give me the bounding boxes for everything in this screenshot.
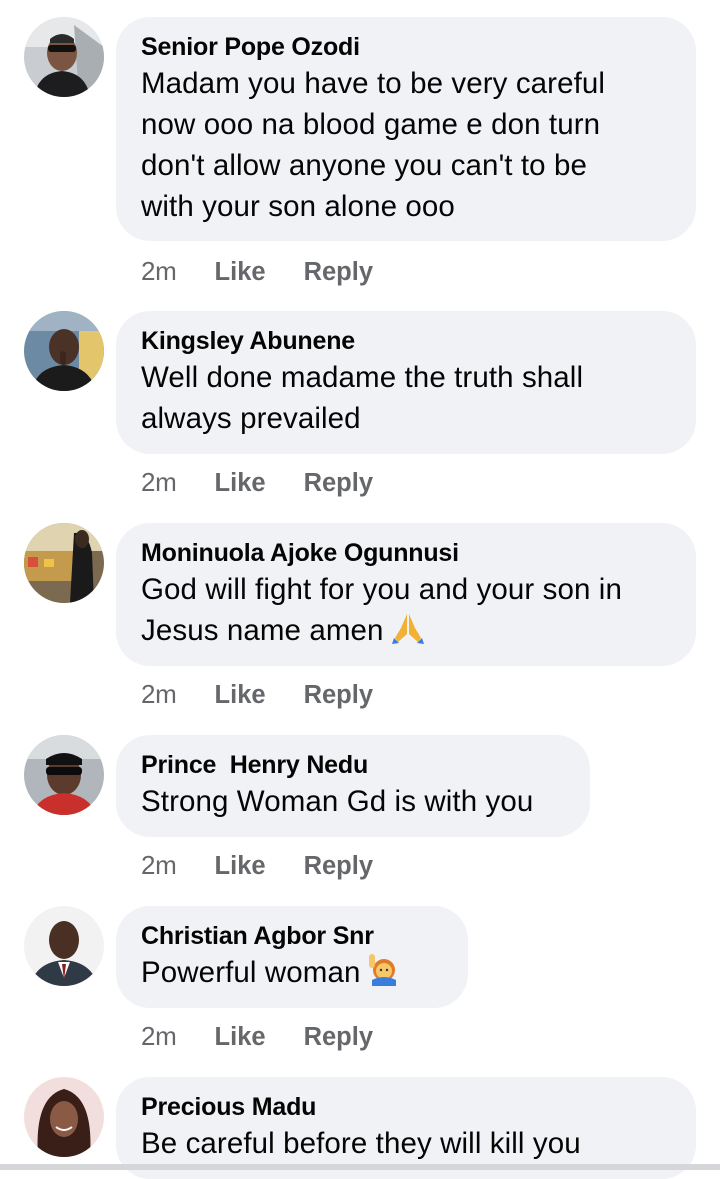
comment-text: Strong Woman Gd is with you — [141, 785, 534, 818]
reply-button[interactable]: Reply — [304, 852, 373, 880]
comment-author[interactable]: Senior Pope Ozodi — [141, 31, 672, 63]
comment-text: God will fight for you and your son in J… — [141, 569, 672, 655]
like-button[interactable]: Like — [215, 1023, 266, 1051]
comment-actions: 2m Like Reply — [141, 678, 373, 711]
comment-time[interactable]: 2m — [141, 1021, 177, 1051]
comment-actions: 2m Like Reply — [141, 466, 373, 499]
comment-time[interactable]: 2m — [141, 256, 177, 286]
comment-bubble: Moninuola Ajoke Ogunnusi God will fight … — [116, 523, 696, 666]
reply-button[interactable]: Reply — [304, 469, 373, 497]
reply-button[interactable]: Reply — [304, 258, 373, 286]
comment-author[interactable]: Prince Henry Nedu — [141, 749, 566, 781]
comment-time[interactable]: 2m — [141, 467, 177, 497]
comment-author[interactable]: Precious Madu — [141, 1091, 672, 1123]
bottom-divider — [0, 1164, 720, 1170]
like-button[interactable]: Like — [215, 469, 266, 497]
avatar[interactable] — [24, 523, 104, 603]
comment-bubble: Christian Agbor Snr Powerful woman — [116, 906, 468, 1008]
comment-text: Well done madame the truth shall always … — [141, 361, 584, 435]
comment-text: Be careful before they will kill you — [141, 1127, 581, 1160]
comment-text-content: Powerful woman — [141, 956, 361, 989]
comment-time[interactable]: 2m — [141, 679, 177, 709]
like-button[interactable]: Like — [215, 258, 266, 286]
comment-actions: 2m Like Reply — [141, 255, 373, 288]
woman-raising-hand-icon — [366, 952, 402, 997]
comment-author[interactable]: Christian Agbor Snr — [141, 920, 444, 952]
comment-author[interactable]: Moninuola Ajoke Ogunnusi — [141, 537, 672, 569]
avatar[interactable] — [24, 1077, 104, 1157]
comment-bubble: Kingsley Abunene Well done madame the tr… — [116, 311, 696, 454]
comment-text: Powerful woman — [141, 952, 444, 997]
comment-actions: 2m Like Reply — [141, 849, 373, 882]
comment-text: Madam you have to be very careful now oo… — [141, 67, 606, 223]
comment-time[interactable]: 2m — [141, 850, 177, 880]
comment-author[interactable]: Kingsley Abunene — [141, 325, 672, 357]
comment-text-content: God will fight for you and your son in J… — [141, 573, 622, 647]
like-button[interactable]: Like — [215, 681, 266, 709]
avatar[interactable] — [24, 17, 104, 97]
avatar[interactable] — [24, 735, 104, 815]
avatar[interactable] — [24, 906, 104, 986]
reply-button[interactable]: Reply — [304, 1023, 373, 1051]
avatar[interactable] — [24, 311, 104, 391]
like-button[interactable]: Like — [215, 852, 266, 880]
comment-bubble: Prince Henry Nedu Strong Woman Gd is wit… — [116, 735, 590, 837]
comment-bubble: Senior Pope Ozodi Madam you have to be v… — [116, 17, 696, 241]
reply-button[interactable]: Reply — [304, 681, 373, 709]
comment-actions: 2m Like Reply — [141, 1020, 373, 1053]
folded-hands-icon — [390, 612, 426, 655]
